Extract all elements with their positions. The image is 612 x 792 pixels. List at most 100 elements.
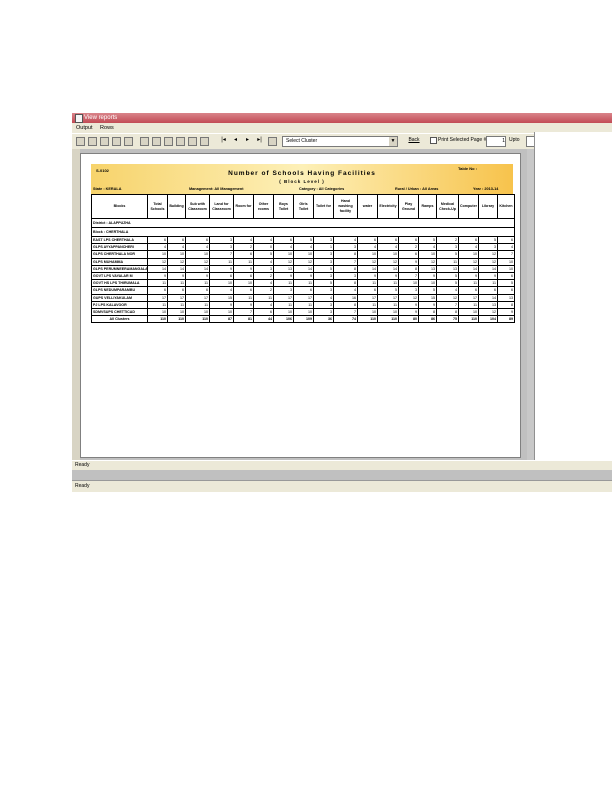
school-name-cell: GOVT HS LPS THIRUMALA — [91, 279, 148, 288]
last-page-icon[interactable]: ▸| — [256, 137, 263, 144]
preview-icon[interactable] — [100, 137, 109, 146]
value-cell: 9 — [293, 271, 314, 281]
value-cell: 11 — [273, 300, 294, 309]
next-page-icon[interactable]: ▸ — [244, 137, 251, 144]
settings-icon[interactable] — [188, 137, 197, 146]
value-cell: 3 — [436, 243, 459, 252]
value-cell: 10 — [209, 307, 234, 317]
value-cell: 11 — [357, 300, 378, 309]
tools-icon[interactable] — [76, 137, 85, 146]
refresh-icon[interactable] — [268, 137, 277, 146]
value-cell: 3 — [313, 307, 334, 317]
toolbar: |◂ ◂ ▸ ▸| Select Cluster ▼ Back Print Se… — [72, 133, 612, 150]
value-cell: 10 — [273, 250, 294, 259]
district-row: District : ALAPPUZHA — [91, 218, 515, 228]
value-cell: 9 — [418, 271, 437, 281]
value-cell: 106 — [273, 315, 294, 324]
column-header: Room for — [233, 194, 254, 219]
back-button[interactable]: Back — [404, 136, 424, 145]
school-name-cell: GLPS MUHAMMA — [91, 257, 148, 266]
column-header: Other rooms — [253, 194, 274, 219]
value-cell: 5 — [418, 286, 437, 295]
cluster-select[interactable]: Select Cluster ▼ — [282, 136, 398, 147]
filter-icon[interactable] — [176, 137, 185, 146]
copy-icon[interactable] — [112, 137, 121, 146]
report-page: S-0102 Number of Schools Having Faciliti… — [80, 153, 521, 458]
value-cell: 3 — [253, 264, 274, 273]
value-cell: 4 — [167, 243, 186, 252]
school-name-cell: GLPS PERUMNEERAMANGALAM — [91, 264, 148, 273]
export-icon[interactable] — [152, 137, 161, 146]
print-icon[interactable] — [88, 137, 97, 146]
table-row: EAST LPS CHERTHALA 6 6 6 3 4 4 6 5 3 4 6 6 6 5 2 6 5 6 — [91, 235, 515, 245]
value-cell: 9 — [357, 271, 378, 281]
value-cell: 9 — [418, 300, 437, 309]
column-header: Boys Toilet — [273, 194, 294, 219]
value-cell: 81 — [233, 315, 254, 324]
value-cell: 10 — [357, 250, 378, 259]
value-cell: 9 — [147, 271, 168, 281]
value-cell: 13 — [418, 264, 437, 273]
value-cell: 4 — [185, 243, 210, 252]
value-cell: 7 — [436, 300, 459, 309]
value-cell: 7 — [233, 307, 254, 317]
zoom-icon[interactable] — [124, 137, 133, 146]
value-cell: 11 — [185, 300, 210, 309]
value-cell: 12 — [273, 257, 294, 266]
column-header: Hand washing facility — [333, 194, 358, 219]
value-cell: 17 — [357, 293, 378, 302]
save-icon[interactable] — [140, 137, 149, 146]
table-row: GLPS NEDUMPARAMBU 6 6 6 4 6 2 3 6 3 4 6 5 3 5 4 6 6 6 — [91, 286, 515, 295]
table-row: GLPS MUHAMMA 12 12 12 11 11 4 12 12 3 7 12 12 9 12 11 12… — [91, 257, 515, 266]
value-cell: 4 — [253, 235, 274, 245]
chart-icon[interactable] — [164, 137, 173, 146]
table-row: GLPS CHERTHALA NOR 10 10 10 7 6 5 10 10 3 8 10 10 6 10… — [91, 250, 515, 259]
value-cell: 11 — [293, 300, 314, 309]
value-cell: 9 — [209, 300, 234, 309]
print-selected-label: Print Selected Page # — [438, 137, 487, 143]
table-row: GUPS VELLIYAKULAM 17 17 17 15 11 11 17 17 4 16 17 17… — [91, 293, 515, 302]
first-page-icon[interactable]: |◂ — [220, 137, 227, 144]
value-cell: 16 — [333, 293, 358, 302]
value-cell: 10 — [167, 250, 186, 259]
value-cell: 9 — [185, 271, 210, 281]
value-cell: 4 — [253, 300, 274, 309]
value-cell: 10 — [233, 279, 254, 288]
value-cell: 9 — [458, 271, 479, 281]
prev-page-icon[interactable]: ◂ — [232, 137, 239, 144]
value-cell: 6 — [233, 250, 254, 259]
value-cell: 44 — [253, 315, 274, 324]
value-cell: 6 — [357, 235, 378, 245]
left-strip — [72, 149, 80, 460]
value-cell: 10 — [497, 264, 515, 273]
value-cell: 12 — [436, 293, 459, 302]
value-cell: 14 — [147, 264, 168, 273]
column-header: Sub with Classroom — [185, 194, 210, 219]
value-cell: 5 — [497, 279, 515, 288]
value-cell: 11 — [273, 279, 294, 288]
value-cell: 5 — [293, 235, 314, 245]
chevron-down-icon[interactable]: ▼ — [389, 137, 397, 146]
value-cell: 10 — [458, 250, 479, 259]
value-cell: 10 — [458, 307, 479, 317]
print-selected-checkbox[interactable] — [430, 137, 437, 144]
value-cell: 14 — [377, 264, 399, 273]
help-icon[interactable] — [200, 137, 209, 146]
column-header: Land for Classroom — [209, 194, 234, 219]
menu-output[interactable]: Output — [76, 125, 93, 131]
state-label: State : KERALA — [93, 187, 122, 191]
value-cell: 10 — [293, 307, 314, 317]
school-name-cell: GLPS NEDUMPARAMBU — [91, 286, 148, 295]
table-row: SDMVSUPS CHETTICAD 10 10 10 10 7 6 10 10 3 7 10 10 9 8… — [91, 307, 515, 317]
value-cell: 6 — [273, 235, 294, 245]
column-header: Blocks — [91, 194, 148, 219]
value-cell: 8 — [333, 279, 358, 288]
table-row: PJ LPS KALAVOOR 11 11 11 9 9 4 11 11 3 8 11 11 9 9 7 11 1… — [91, 300, 515, 309]
value-cell: 17 — [185, 293, 210, 302]
value-cell: 3 — [209, 235, 234, 245]
value-cell: 12 — [377, 257, 399, 266]
page-from-field[interactable]: 1 — [486, 136, 506, 147]
table-header-row: Blocks Total Schools Building Sub with Clas… — [91, 194, 515, 219]
menu-rows[interactable]: Rows — [100, 125, 114, 131]
value-cell: 10 — [147, 250, 168, 259]
